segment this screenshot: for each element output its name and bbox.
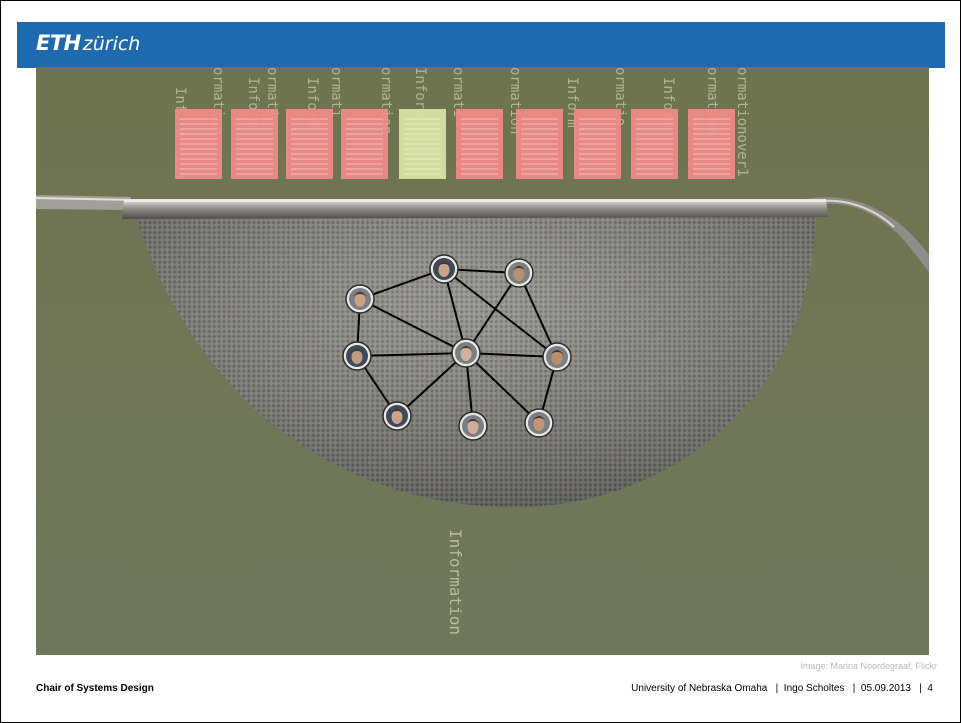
network-node-avatar [458, 411, 488, 441]
logo-zurich-text: zürich [82, 33, 141, 55]
image-credit: Image: Marina Noordegraaf, Flickr [800, 661, 937, 671]
strainer-rim [122, 199, 828, 219]
network-node-avatar [382, 401, 412, 431]
document-rejected [516, 109, 563, 179]
footer-chair-name: Chair of Systems Design [36, 683, 154, 694]
document-rejected [456, 109, 503, 179]
network-node-avatar [429, 254, 459, 284]
eth-logo: ETH zürich [36, 31, 140, 57]
strainer-photo: Information ormation Inform ormati Infor… [36, 67, 929, 655]
network-node-avatar [451, 338, 481, 368]
svg-text:ormationover1: ormationover1 [734, 67, 750, 177]
network-node-avatar [524, 408, 554, 438]
footer-meta: University of Nebraska Omaha | Ingo Scho… [631, 683, 933, 694]
network-node-avatar [345, 284, 375, 314]
network-node-avatar [542, 342, 572, 372]
document-rejected [574, 109, 621, 179]
network-node-avatar [504, 258, 534, 288]
document-accepted [399, 109, 446, 179]
document-rejected [231, 109, 278, 179]
header-bar [17, 22, 945, 68]
document-rejected [175, 109, 222, 179]
document-rejected [341, 109, 388, 179]
logo-eth-text: ETH [36, 31, 81, 55]
document-rejected [286, 109, 333, 179]
document-rejected [688, 109, 735, 179]
network-node-avatar [342, 341, 372, 371]
filtered-information-label: Information [446, 529, 465, 635]
document-rejected [631, 109, 678, 179]
